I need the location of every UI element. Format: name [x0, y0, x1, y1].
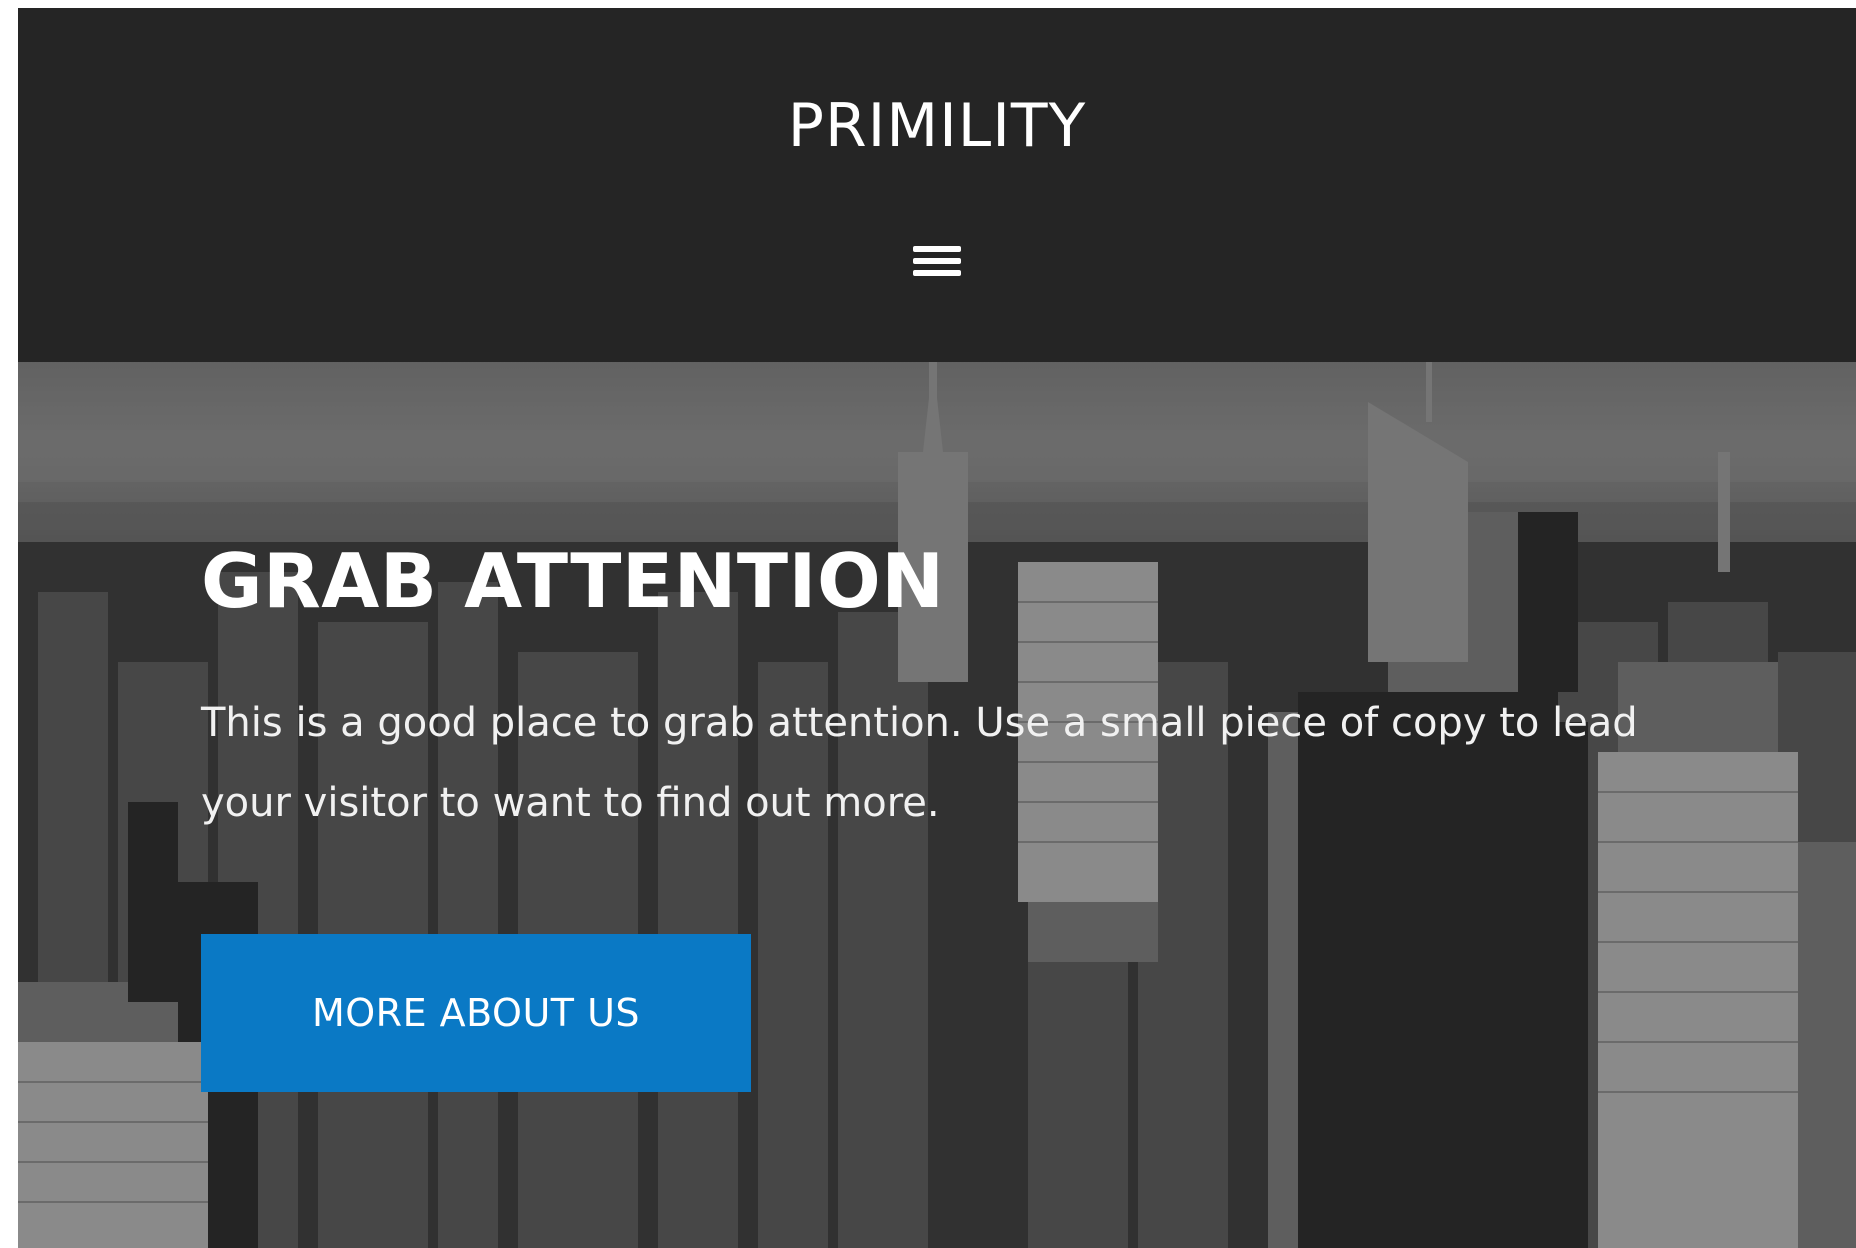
menu-bar-bottom [913, 270, 961, 276]
more-about-us-button[interactable]: MORE ABOUT US [201, 934, 751, 1092]
hero-heading: GRAB ATTENTION [201, 537, 945, 625]
hero-section: GRAB ATTENTION This is a good place to g… [18, 362, 1856, 1248]
menu-bar-middle [913, 258, 961, 264]
page: PRIMILITY GRAB ATTENTION This is a good … [18, 8, 1856, 1248]
hamburger-menu-icon[interactable] [912, 240, 962, 282]
hero-content: GRAB ATTENTION This is a good place to g… [201, 544, 1661, 843]
menu-bar-top [913, 246, 961, 252]
site-title[interactable]: PRIMILITY [18, 96, 1856, 156]
site-header: PRIMILITY [18, 8, 1856, 362]
hero-description: This is a good place to grab attention. … [201, 700, 1638, 826]
